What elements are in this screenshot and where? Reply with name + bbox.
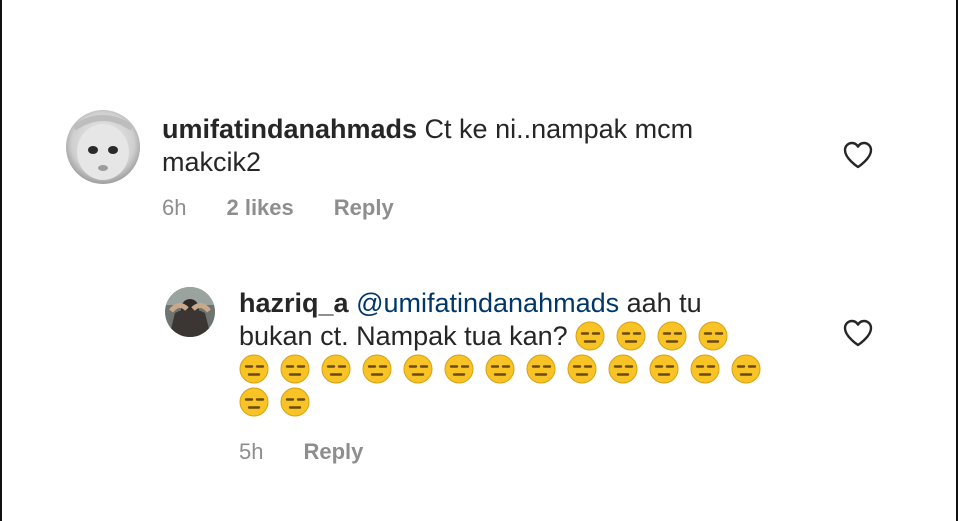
- expressionless-face-emoji: [567, 354, 597, 384]
- heart-outline-icon[interactable]: [843, 141, 873, 169]
- expressionless-face-emoji: [239, 387, 269, 417]
- comment-time: 5h: [239, 439, 264, 464]
- comment-meta: 5h Reply: [239, 439, 363, 465]
- expressionless-face-emoji: [485, 354, 515, 384]
- expressionless-face-emoji: [657, 321, 687, 351]
- mention-link[interactable]: @umifatindanahmads: [356, 288, 619, 318]
- expressionless-face-emoji: [362, 354, 392, 384]
- expressionless-face-emoji: [698, 321, 728, 351]
- comment-text-continued: bukan ct. Nampak tua kan?: [239, 321, 576, 351]
- expressionless-face-emoji: [239, 354, 269, 384]
- reply-button[interactable]: Reply: [334, 195, 394, 221]
- expressionless-face-emoji: [690, 354, 720, 384]
- comment-meta: 6h 2 likes Reply: [162, 195, 394, 221]
- expressionless-face-emoji: [616, 321, 646, 351]
- comment-body: hazriq_a @umifatindanahmads aah tu bukan…: [239, 287, 799, 419]
- comment-body: umifatindanahmads Ct ke ni..nampak mcm m…: [162, 113, 812, 179]
- expressionless-face-emoji: [280, 387, 310, 417]
- expressionless-face-emoji: [444, 354, 474, 384]
- expressionless-face-emoji: [649, 354, 679, 384]
- emoji-group: [239, 387, 321, 419]
- heart-outline-icon[interactable]: [843, 319, 873, 347]
- comment-time: 6h: [162, 195, 187, 220]
- expressionless-face-emoji: [608, 354, 638, 384]
- expressionless-face-emoji: [575, 321, 605, 351]
- comment-text: aah tu: [619, 288, 702, 318]
- comment-text: Ct ke ni..nampak mcm: [417, 114, 694, 144]
- comment-text-continued: makcik2: [162, 147, 262, 177]
- expressionless-face-emoji: [280, 354, 310, 384]
- expressionless-face-emoji: [731, 354, 761, 384]
- comment-username[interactable]: umifatindanahmads: [162, 114, 417, 144]
- emoji-group: [239, 354, 772, 386]
- expressionless-face-emoji: [403, 354, 433, 384]
- screenshot-frame: [0, 0, 958, 521]
- expressionless-face-emoji: [526, 354, 556, 384]
- comment-username[interactable]: hazriq_a: [239, 288, 349, 318]
- expressionless-face-emoji: [321, 354, 351, 384]
- emoji-group: [575, 321, 739, 353]
- avatar[interactable]: [165, 287, 215, 337]
- reply-button[interactable]: Reply: [303, 439, 363, 465]
- likes-count[interactable]: 2 likes: [226, 195, 293, 221]
- avatar[interactable]: [66, 110, 140, 184]
